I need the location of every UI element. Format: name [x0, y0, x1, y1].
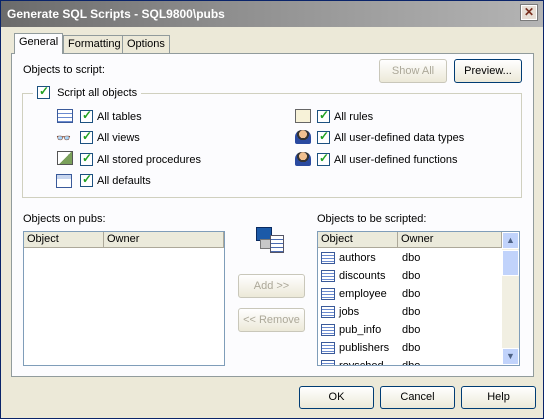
table-row[interactable]: jobs dbo — [318, 303, 420, 321]
object-name: publishers — [339, 342, 390, 354]
object-name: roysched — [339, 360, 384, 366]
ok-button[interactable]: OK — [299, 386, 374, 409]
user-type-icon — [295, 130, 311, 144]
script-all-label: Script all objects — [57, 87, 138, 100]
table-row[interactable]: pub_info dbo — [318, 321, 420, 339]
table-row[interactable]: roysched dbo — [318, 357, 421, 366]
scroll-thumb[interactable] — [502, 250, 519, 276]
chevron-up-icon: ▲ — [506, 235, 515, 245]
scroll-down-button[interactable]: ▼ — [502, 348, 519, 365]
objects-to-script-label: Objects to script: — [23, 64, 105, 76]
table-icon — [321, 306, 335, 318]
add-button[interactable]: Add >> — [238, 274, 305, 298]
objects-to-be-scripted-list[interactable]: Object Owner authors dbo discounts dbo emp… — [317, 231, 520, 366]
all-user-defined-data-types-label: All user-defined data types — [334, 132, 465, 144]
table-icon — [321, 270, 335, 282]
tab-options[interactable]: Options — [122, 35, 170, 53]
scroll-up-button[interactable]: ▲ — [502, 232, 519, 249]
object-owner: dbo — [402, 288, 421, 300]
table-icon — [321, 252, 335, 264]
show-all-button[interactable]: Show All — [379, 59, 447, 83]
table-icon — [57, 109, 73, 123]
list-header: Object Owner — [318, 232, 502, 248]
table-row[interactable]: employee dbo — [318, 285, 420, 303]
tab-label: General — [19, 36, 59, 48]
object-name: authors — [339, 252, 376, 264]
column-header-owner[interactable]: Owner — [104, 232, 224, 247]
table-icon — [321, 360, 335, 365]
table-icon — [321, 342, 335, 354]
all-defaults-label: All defaults — [97, 175, 151, 187]
column-header-owner[interactable]: Owner — [398, 232, 502, 247]
chevron-down-icon: ▼ — [506, 351, 515, 361]
vertical-scrollbar[interactable]: ▲ ▼ — [502, 232, 519, 365]
object-name: discounts — [339, 270, 386, 282]
object-name: pub_info — [339, 324, 382, 336]
table-row[interactable]: discounts dbo — [318, 267, 420, 285]
default-icon — [56, 174, 72, 188]
window-title: Generate SQL Scripts - SQL9800\pubs — [7, 7, 225, 21]
all-views-checkbox[interactable] — [80, 129, 93, 144]
remove-button[interactable]: << Remove — [238, 308, 305, 332]
all-user-defined-data-types-checkbox[interactable] — [317, 129, 330, 144]
all-views-label: All views — [97, 132, 140, 144]
objects-on-label: Objects on pubs: — [23, 213, 106, 225]
close-icon: ✕ — [523, 5, 535, 19]
rule-icon — [295, 109, 311, 123]
view-icon: 👓 — [56, 131, 71, 145]
preview-button[interactable]: Preview... — [454, 59, 522, 83]
column-header-object[interactable]: Object — [24, 232, 104, 247]
tab-label: Formatting — [68, 38, 121, 50]
all-tables-checkbox[interactable] — [80, 108, 93, 123]
object-name: employee — [339, 288, 387, 300]
table-row[interactable]: publishers dbo — [318, 339, 420, 357]
tab-general[interactable]: General — [14, 33, 64, 54]
user-function-icon — [295, 152, 311, 166]
object-owner: dbo — [402, 342, 421, 354]
object-owner: dbo — [402, 360, 421, 366]
object-owner: dbo — [402, 252, 421, 264]
script-all-objects-option[interactable]: Script all objects — [33, 84, 142, 101]
list-header: Object Owner — [24, 232, 224, 248]
tab-formatting[interactable]: Formatting — [63, 35, 126, 53]
all-user-defined-functions-label: All user-defined functions — [334, 154, 458, 166]
object-owner: dbo — [402, 306, 421, 318]
close-button[interactable]: ✕ — [520, 4, 538, 21]
all-stored-procedures-label: All stored procedures — [97, 154, 201, 166]
all-rules-label: All rules — [334, 111, 374, 123]
table-icon — [321, 288, 335, 300]
objects-on-list[interactable]: Object Owner — [23, 231, 225, 366]
tab-label: Options — [127, 38, 165, 50]
generate-sql-scripts-dialog: Generate SQL Scripts - SQL9800\pubs ✕ Ge… — [0, 0, 544, 419]
title-bar[interactable]: Generate SQL Scripts - SQL9800\pubs ✕ — [1, 1, 543, 27]
object-owner: dbo — [402, 324, 421, 336]
stored-procedure-icon — [57, 151, 73, 165]
help-button[interactable]: Help — [461, 386, 536, 409]
column-header-object[interactable]: Object — [318, 232, 398, 247]
all-stored-procedures-checkbox[interactable] — [80, 151, 93, 166]
script-all-checkbox[interactable] — [37, 84, 50, 99]
table-row[interactable]: authors dbo — [318, 249, 420, 267]
all-rules-checkbox[interactable] — [317, 108, 330, 123]
all-tables-label: All tables — [97, 111, 142, 123]
all-defaults-checkbox[interactable] — [80, 172, 93, 187]
table-icon — [321, 324, 335, 336]
all-user-defined-functions-checkbox[interactable] — [317, 151, 330, 166]
objects-to-be-scripted-label: Objects to be scripted: — [317, 213, 427, 225]
object-name: jobs — [339, 306, 360, 318]
object-owner: dbo — [402, 270, 421, 282]
script-objects-icon — [256, 225, 286, 255]
cancel-button[interactable]: Cancel — [380, 386, 455, 409]
